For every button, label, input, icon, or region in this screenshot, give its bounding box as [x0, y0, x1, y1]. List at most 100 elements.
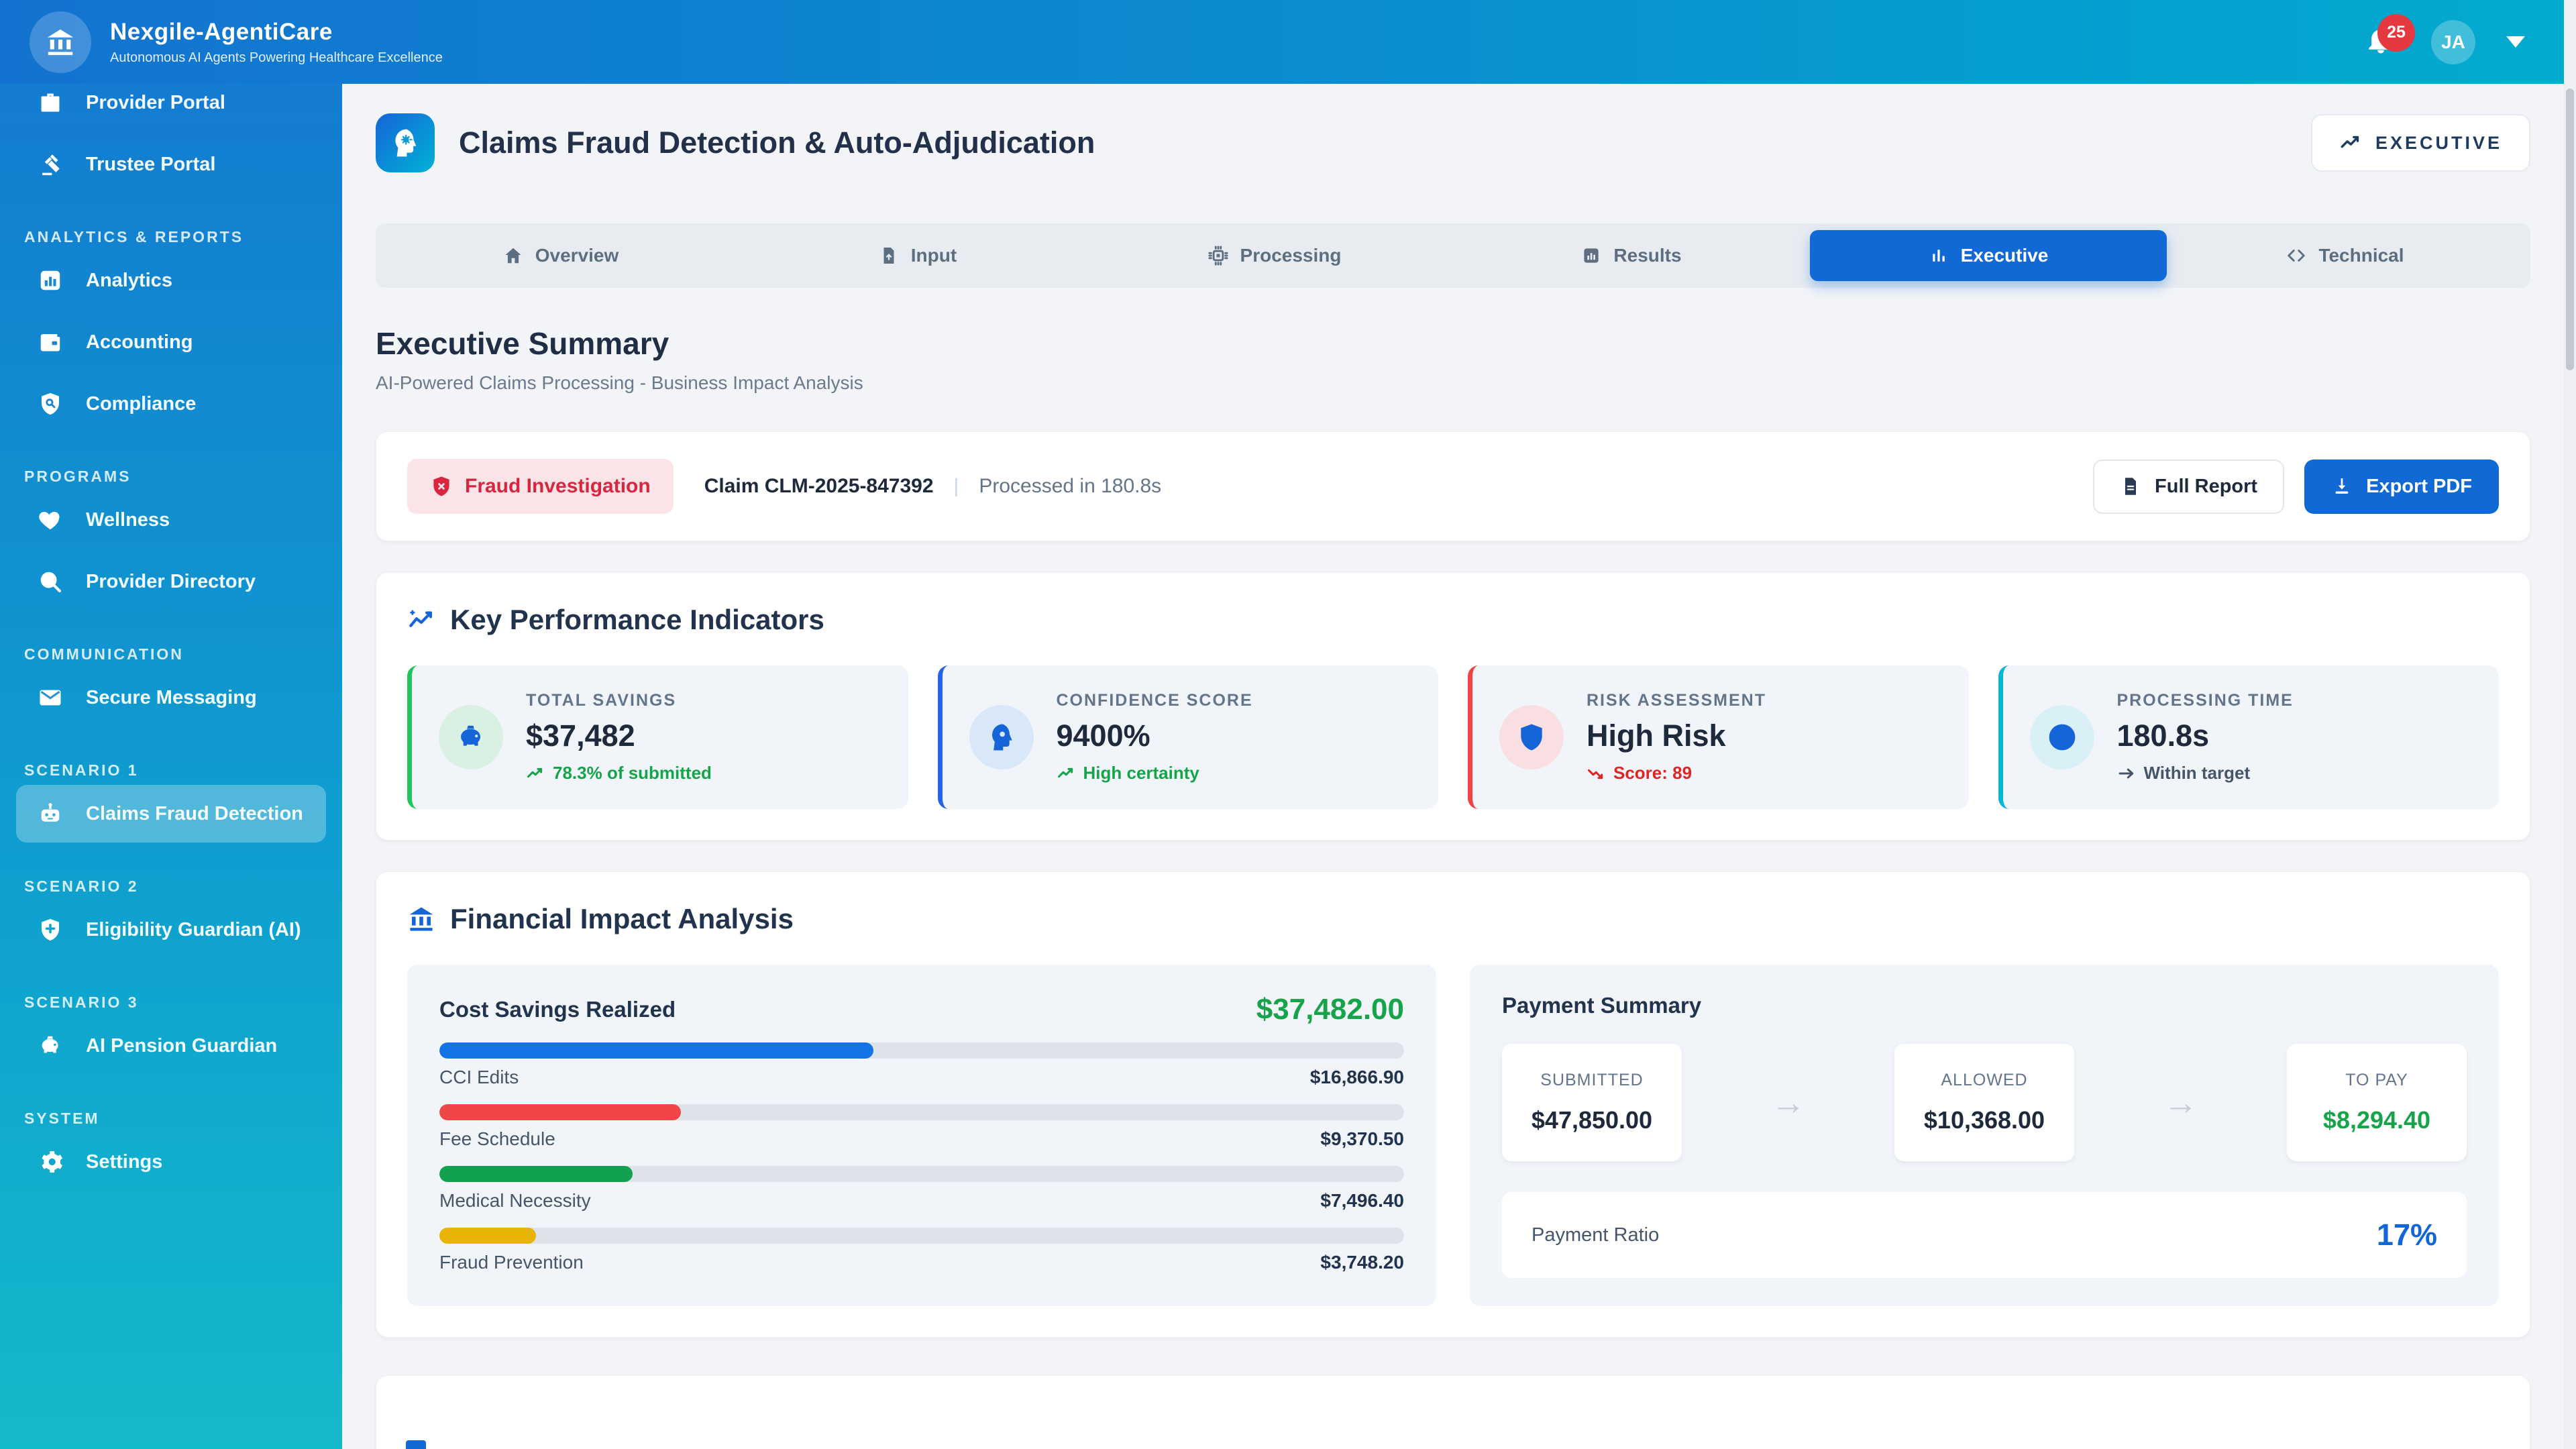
sidebar-item-wellness[interactable]: Wellness [16, 491, 326, 549]
sidebar-item-label: Claims Fraud Detection [86, 802, 303, 826]
tab-processing[interactable]: Processing [1096, 230, 1453, 281]
shield-plus-icon [38, 917, 63, 943]
claim-status-card: Fraud Investigation Claim CLM-2025-84739… [376, 431, 2530, 541]
sidebar-item-label: Provider Directory [86, 570, 256, 594]
kpi-label: TOTAL SAVINGS [526, 691, 712, 710]
sidebar-item-trustee-portal[interactable]: Trustee Portal [16, 136, 326, 193]
download-icon [2331, 476, 2353, 497]
kpi-section: Key Performance Indicators TOTAL SAVINGS… [376, 572, 2530, 841]
sidebar-item-claims-fraud-detection[interactable]: Claims Fraud Detection [16, 785, 326, 843]
export-pdf-button[interactable]: Export PDF [2304, 460, 2499, 514]
tab-label: Processing [1240, 245, 1342, 266]
payment-step-label: TO PAY [2307, 1071, 2447, 1090]
payment-step-submitted: SUBMITTED $47,850.00 [1502, 1044, 1682, 1161]
piggy-bank-icon [439, 705, 503, 769]
badge-label: Fraud Investigation [465, 475, 651, 498]
kpi-label: PROCESSING TIME [2117, 691, 2294, 710]
shield-search-icon [38, 391, 63, 417]
wallet-icon [38, 329, 63, 355]
payment-summary-panel: Payment Summary SUBMITTED $47,850.00 → A… [1470, 965, 2499, 1306]
sidebar-item-label: Compliance [86, 392, 196, 416]
sidebar-section-analytics-reports: ANALYTICS & REPORTS [24, 228, 326, 246]
home-icon [503, 246, 523, 266]
sidebar-item-ai-pension-guardian[interactable]: AI Pension Guardian [16, 1017, 326, 1075]
kpi-value: $37,482 [526, 718, 712, 753]
sidebar-item-label: Provider Portal [86, 91, 225, 115]
tab-label: Overview [535, 245, 619, 266]
savings-bar-fraud-prevention: Fraud Prevention $3,748.20 [439, 1228, 1404, 1273]
tab-input[interactable]: Input [739, 230, 1096, 281]
sidebar-item-compliance[interactable]: Compliance [16, 375, 326, 433]
payment-step-value: $10,368.00 [1915, 1106, 2054, 1134]
arrow-right-icon [2117, 764, 2136, 783]
payment-summary-title: Payment Summary [1502, 993, 2467, 1018]
cost-savings-title: Cost Savings Realized [439, 997, 676, 1022]
tab-overview[interactable]: Overview [382, 230, 739, 281]
full-report-button[interactable]: Full Report [2093, 460, 2284, 514]
file-text-icon [2120, 476, 2141, 497]
sidebar-item-settings[interactable]: Settings [16, 1133, 326, 1191]
sidebar-item-accounting[interactable]: Accounting [16, 313, 326, 371]
page-scrollbar[interactable] [2564, 0, 2576, 1449]
envelope-icon [38, 685, 63, 710]
kpi-risk-assessment: RISK ASSESSMENT High Risk Score: 89 [1468, 665, 1969, 809]
next-section-card [376, 1375, 2530, 1449]
ai-head-icon [969, 705, 1034, 769]
scenario-icon [376, 113, 435, 172]
tab-executive[interactable]: Executive [1810, 230, 2167, 281]
robot-icon [38, 801, 63, 826]
brand-block: Nexgile-AgentiCare Autonomous AI Agents … [110, 19, 443, 66]
fraud-investigation-badge: Fraud Investigation [407, 459, 674, 514]
bar-value: $7,496.40 [1320, 1190, 1404, 1212]
search-icon [38, 569, 63, 594]
sidebar-item-eligibility-guardian[interactable]: Eligibility Guardian (AI) [16, 901, 326, 959]
sidebar-section-scenario-2: SCENARIO 2 [24, 877, 326, 896]
kpi-trend: 78.3% of submitted [526, 763, 712, 784]
piggy-bank-icon [38, 1033, 63, 1059]
arrow-right-icon: → [2163, 1083, 2198, 1123]
payment-step-label: SUBMITTED [1522, 1071, 1662, 1090]
sidebar-item-provider-directory[interactable]: Provider Directory [16, 553, 326, 610]
scrollbar-thumb[interactable] [2566, 89, 2574, 370]
sidebar-section-programs: PROGRAMS [24, 468, 326, 486]
kpi-label: CONFIDENCE SCORE [1057, 691, 1253, 710]
trending-up-icon [2339, 131, 2362, 154]
bar-label: Medical Necessity [439, 1190, 591, 1212]
kpi-trend: Score: 89 [1587, 763, 1766, 784]
bar-chart-icon [1929, 246, 1949, 266]
next-section-icon [406, 1440, 426, 1449]
sidebar-section-scenario-1: SCENARIO 1 [24, 761, 326, 780]
kpi-value: High Risk [1587, 718, 1766, 753]
tab-results[interactable]: Results [1453, 230, 1810, 281]
code-icon [2286, 246, 2306, 266]
section-title-executive-summary: Executive Summary [376, 325, 2530, 362]
shield-x-icon [430, 475, 453, 498]
briefcase-icon [38, 90, 63, 115]
sidebar-item-label: Analytics [86, 268, 172, 292]
kpi-processing-time: PROCESSING TIME 180.8s Within target [1998, 665, 2500, 809]
bar-label: Fee Schedule [439, 1128, 555, 1150]
executive-mode-chip[interactable]: EXECUTIVE [2311, 114, 2530, 172]
gavel-icon [38, 152, 63, 177]
kpi-value: 9400% [1057, 718, 1253, 753]
section-subtitle: AI-Powered Claims Processing - Business … [376, 372, 2530, 394]
tab-label: Executive [1961, 245, 2049, 266]
notifications-button[interactable]: 25 [2365, 25, 2400, 60]
sidebar: Provider Portal Trustee Portal ANALYTICS… [0, 0, 342, 1449]
chevron-down-icon[interactable] [2506, 36, 2525, 48]
sidebar-item-label: Trustee Portal [86, 152, 215, 176]
tab-technical[interactable]: Technical [2167, 230, 2524, 281]
payment-ratio-row: Payment Ratio 17% [1502, 1192, 2467, 1278]
sidebar-item-secure-messaging[interactable]: Secure Messaging [16, 669, 326, 727]
sidebar-item-analytics[interactable]: Analytics [16, 252, 326, 309]
payment-ratio-label: Payment Ratio [1532, 1224, 1659, 1246]
trending-up-icon [1057, 764, 1075, 783]
tab-label: Results [1613, 245, 1681, 266]
financial-section-title: Financial Impact Analysis [450, 903, 794, 935]
tab-label: Technical [2318, 245, 2404, 266]
avatar[interactable]: JA [2431, 20, 2475, 64]
divider: | [954, 475, 959, 498]
payment-step-value: $8,294.40 [2307, 1106, 2447, 1134]
trending-up-icon [526, 764, 545, 783]
cost-savings-panel: Cost Savings Realized $37,482.00 CCI Edi… [407, 965, 1436, 1306]
